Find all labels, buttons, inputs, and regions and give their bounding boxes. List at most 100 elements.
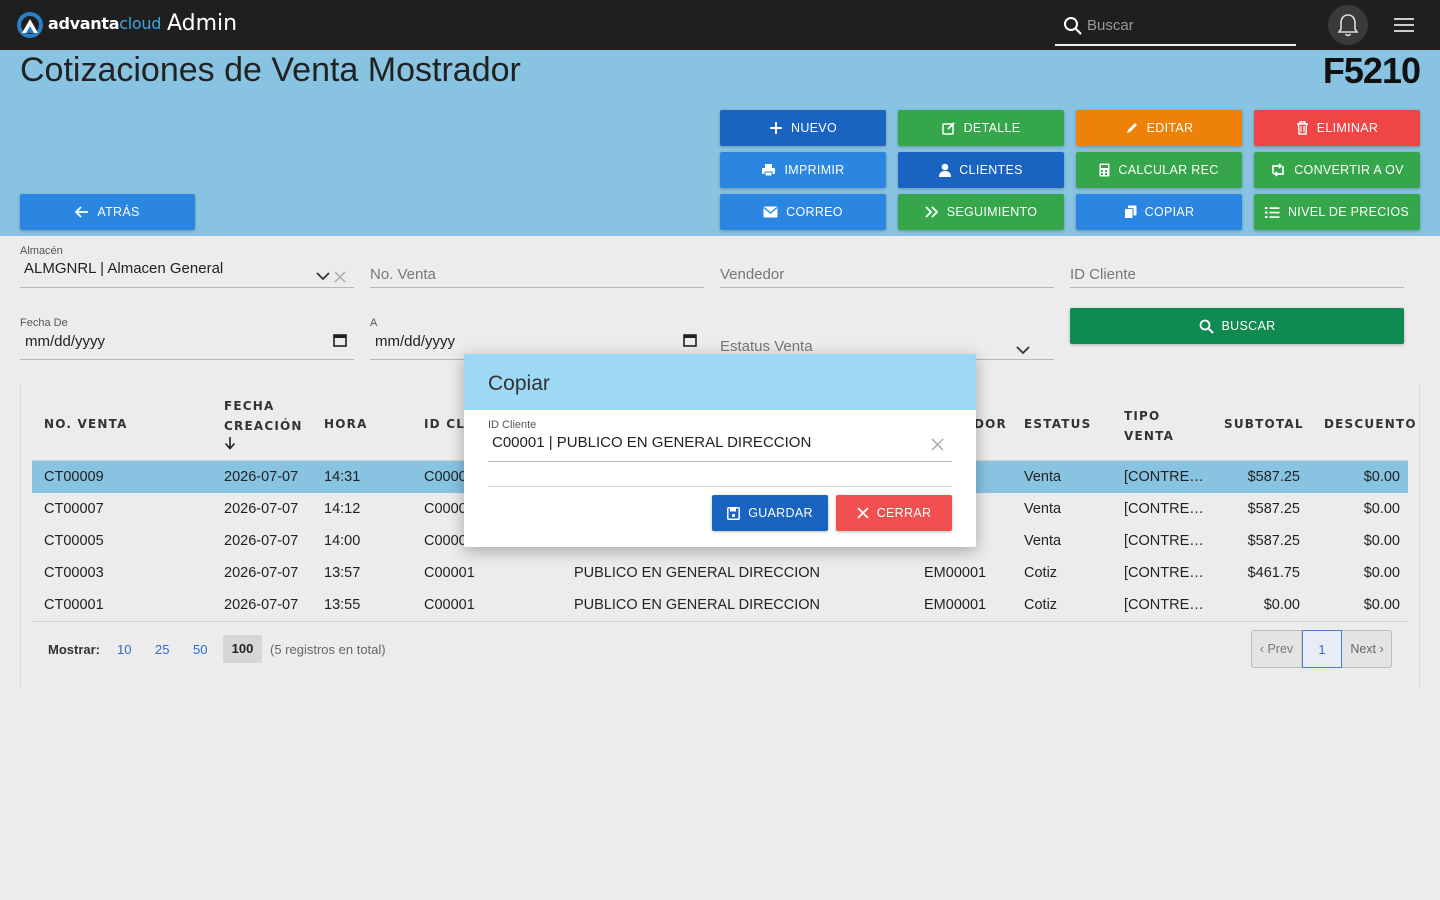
page-size-10[interactable]: 10 [117,642,131,657]
divider [32,621,1408,622]
cerrar-button[interactable]: CERRAR [836,495,952,531]
cell-estatus: Venta [1024,501,1062,517]
nivel-precios-button[interactable]: NIVEL DE PRECIOS [1254,194,1420,230]
cell-fecha: 2026-07-07 [224,533,299,549]
calculator-icon [1099,163,1110,177]
vendedor-field[interactable]: Vendedor [720,256,1054,288]
page-code: F5210 [1322,50,1421,91]
col-no-venta[interactable]: NO. VENTA [44,414,128,434]
imprimir-button[interactable]: IMPRIMIR [720,152,886,188]
cell-estatus: Cotiz [1024,597,1058,613]
id-cliente-field[interactable]: ID Cliente [1070,256,1404,288]
col-descuento[interactable]: DESCUENTO [1324,414,1417,434]
cell-id-cliente: C00001 [424,565,475,581]
cell-fecha: 2026-07-07 [224,565,299,581]
close-icon [857,507,869,519]
cell-hora: 14:31 [324,469,361,485]
calendar-icon[interactable] [683,333,697,347]
search-input[interactable] [1087,12,1287,38]
cell-descuento: $0.00 [1363,565,1400,581]
clientes-button[interactable]: CLIENTES [898,152,1064,188]
calcular-rec-button[interactable]: CALCULAR REC [1076,152,1242,188]
brand-name[interactable]: advantacloud [48,14,161,33]
col-estatus[interactable]: ESTATUS [1024,414,1091,434]
cell-tipo-venta: [CONTRE… [1124,469,1204,485]
seguimiento-button[interactable]: SEGUIMIENTO [898,194,1064,230]
page-1-button[interactable]: 1 [1302,630,1342,668]
cell-tipo-venta: [CONTRE… [1124,565,1204,581]
cell-id-cliente: C0000 [424,469,467,485]
cell-id-cliente: C0000 [424,533,467,549]
copiar-button[interactable]: COPIAR [1076,194,1242,230]
save-floppy-icon [727,506,741,520]
page-title: Cotizaciones de Venta Mostrador [20,51,521,89]
total-records: (5 registros en total) [270,642,386,657]
dialog-divider [488,486,952,487]
cell-no-venta: CT00009 [44,469,104,485]
page-size-100[interactable]: 100 [223,635,262,663]
prev-page-button[interactable]: ‹ Prev [1252,631,1302,667]
correo-button[interactable]: CORREO [720,194,886,230]
almacen-select[interactable]: ALMGNRL | Almacen General [20,256,354,288]
double-chevron-right-icon [925,206,938,218]
page-size-25[interactable]: 25 [155,642,169,657]
arrow-left-icon [75,206,89,218]
cell-tipo-venta: [CONTRE… [1124,501,1204,517]
chevron-down-icon[interactable] [316,272,330,281]
cell-estatus: Venta [1024,533,1062,549]
cell-no-venta: CT00003 [44,565,104,581]
cell-tipo-venta: [CONTRE… [1124,533,1204,549]
envelope-icon [763,206,778,218]
cell-estatus: Cotiz [1024,565,1058,581]
cell-id-cliente: C0000 [424,501,467,517]
next-page-button[interactable]: Next › [1342,631,1392,667]
col-tipo-venta[interactable]: TIPO VENTA [1124,406,1174,446]
dialog-id-cliente-select[interactable]: C00001 | PUBLICO EN GENERAL DIRECCION [488,430,952,462]
cell-fecha: 2026-07-07 [224,597,299,613]
no-venta-field[interactable]: No. Venta [370,256,704,288]
hamburger-menu-icon[interactable] [1394,17,1414,33]
cell-subtotal: $587.25 [1247,469,1300,485]
pencil-icon [1126,123,1137,133]
convertir-ov-button[interactable]: CONVERTIR A OV [1254,152,1420,188]
col-subtotal[interactable]: SUBTOTAL [1224,414,1304,434]
buscar-button[interactable]: BUSCAR [1070,308,1404,344]
page-size-50[interactable]: 50 [193,642,207,657]
search-icon [1064,17,1082,35]
nuevo-button[interactable]: NUEVO [720,110,886,146]
cell-vendedor: EM00001 [924,565,987,581]
col-fecha-creacion[interactable]: FECHA CREACIÓN [224,396,303,456]
chevron-down-icon[interactable] [1016,346,1030,355]
cell-descuento: $0.00 [1363,597,1400,613]
dialog-header: Copiar [464,354,976,410]
cell-hora: 13:55 [324,597,361,613]
bell-icon [1337,14,1359,37]
clear-icon[interactable] [931,438,944,451]
top-bar: advantacloud Admin [0,0,1440,50]
eliminar-button[interactable]: ELIMINAR [1254,110,1420,146]
cell-vendedor: EM00001 [924,597,987,613]
col-vendedor[interactable]: DOR [974,414,1007,434]
table-row[interactable]: CT00001 2026-07-07 13:55 C00001 PUBLICO EN G… [32,589,1408,621]
edit-square-icon [941,122,955,135]
copy-icon [1123,205,1137,219]
global-search [1055,8,1296,46]
retweet-icon [1272,163,1285,177]
table-row[interactable]: CT00003 2026-07-07 13:57 C00001 PUBLICO EN G… [32,557,1408,589]
user-icon [939,163,952,177]
trash-icon [1296,121,1308,135]
cell-fecha: 2026-07-07 [224,469,299,485]
calendar-icon[interactable] [333,333,347,347]
cell-no-venta: CT00007 [44,501,104,517]
cell-subtotal: $587.25 [1247,533,1300,549]
notifications-button[interactable] [1328,5,1368,45]
cell-subtotal: $461.75 [1247,565,1300,581]
detalle-button[interactable]: DETALLE [898,110,1064,146]
back-button[interactable]: ATRÁS [20,194,195,230]
col-hora[interactable]: HORA [324,414,368,434]
editar-button[interactable]: EDITAR [1076,110,1242,146]
section-title: Admin [167,11,238,36]
guardar-button[interactable]: GUARDAR [712,495,828,531]
clear-icon[interactable] [334,271,346,283]
fecha-de-field[interactable]: mm/dd/yyyy [20,328,354,360]
